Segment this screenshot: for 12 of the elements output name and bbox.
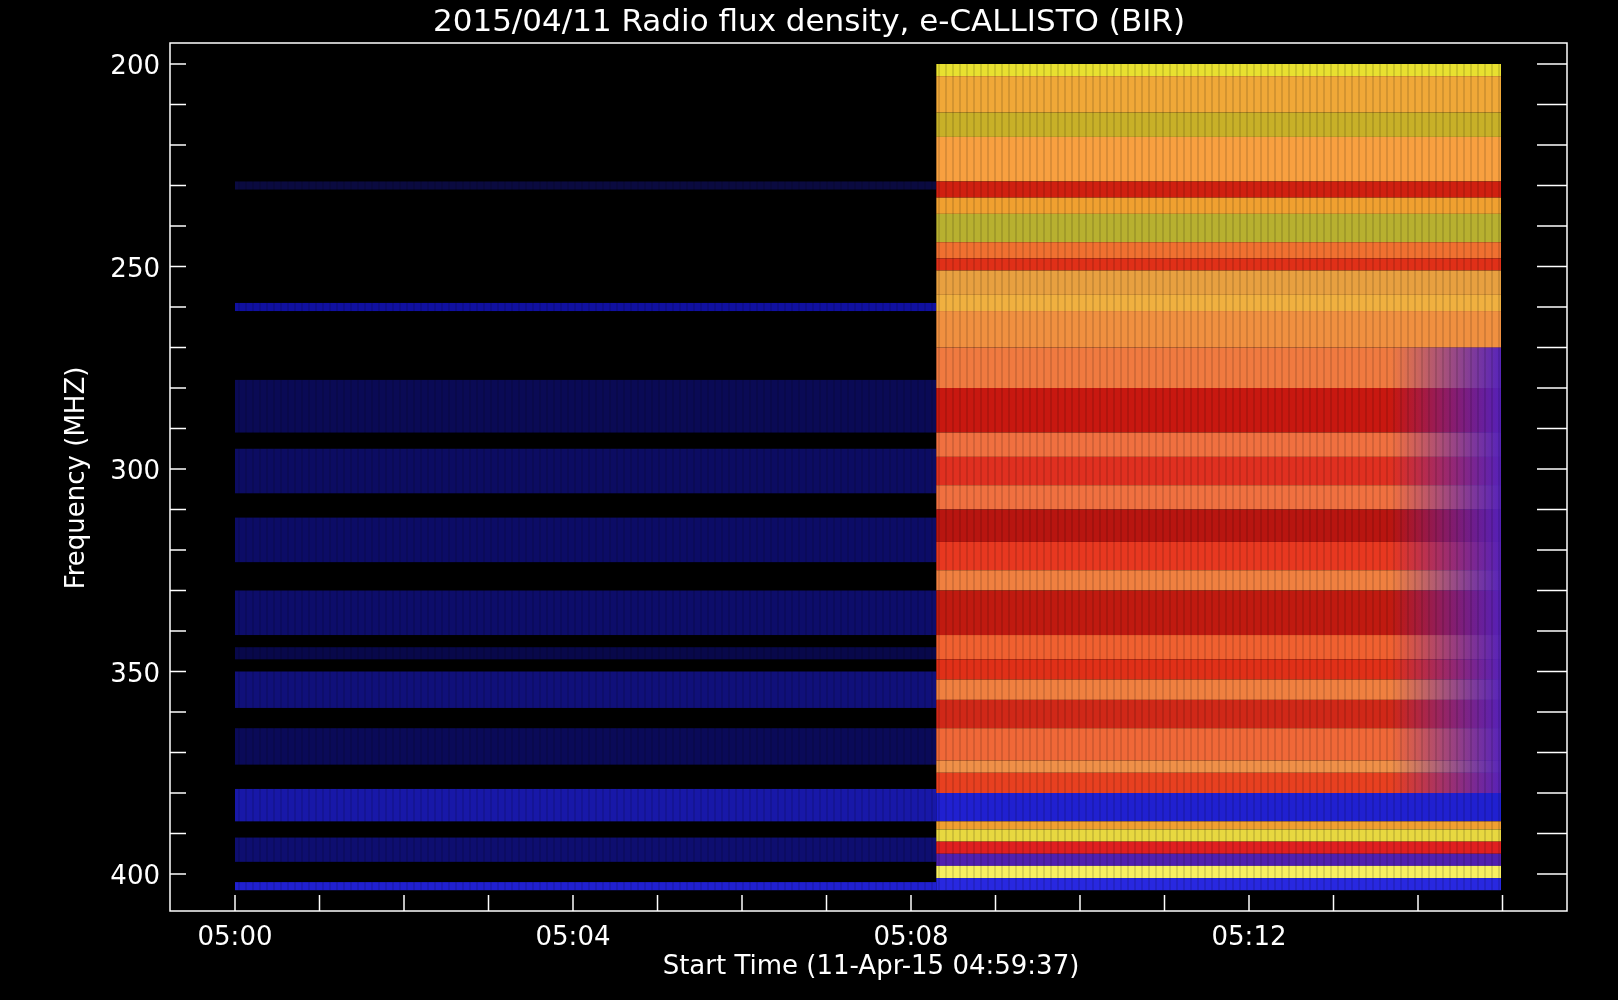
tick-label: 250 (110, 252, 160, 283)
tick-label: 05:04 (535, 921, 611, 951)
tick-label: 400 (110, 860, 160, 890)
tick-label: 05:12 (1211, 921, 1287, 951)
x-axis-label: Start Time (11-Apr-15 04:59:37) (662, 950, 1080, 980)
tick-label: 05:08 (873, 921, 949, 951)
tick-label: 200 (110, 50, 160, 80)
tick-label: 05:00 (197, 921, 273, 951)
tick-label: 350 (110, 657, 160, 688)
y-axis-label: Frequency (MHZ) (60, 366, 90, 590)
chart-title: 2015/04/11 Radio flux density, e-CALLISTO (BIR) (433, 2, 1185, 38)
tick-label: 300 (110, 455, 160, 485)
